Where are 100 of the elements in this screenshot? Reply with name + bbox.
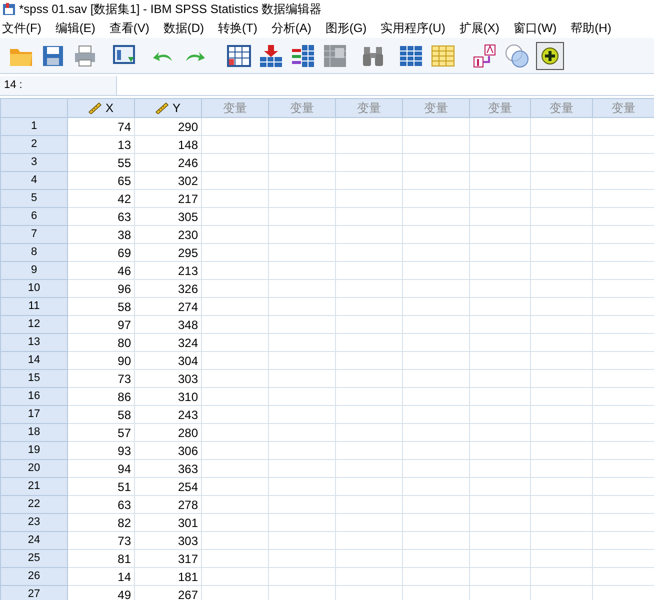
table-cell[interactable]: 58: [68, 298, 134, 316]
row-number[interactable]: 2: [0, 136, 68, 154]
table-cell[interactable]: 38: [68, 226, 134, 244]
insert-cases-icon[interactable]: [258, 42, 284, 68]
venn-circles-icon[interactable]: [504, 42, 530, 68]
table-cell[interactable]: 280: [134, 424, 202, 442]
table-cell[interactable]: 97: [68, 316, 134, 334]
table-cell[interactable]: 303: [134, 370, 202, 388]
table-cell[interactable]: 63: [68, 496, 134, 514]
insert-variable-icon[interactable]: [290, 42, 316, 68]
row-number[interactable]: 13: [0, 334, 68, 352]
table-cell[interactable]: 94: [68, 460, 134, 478]
table-cell[interactable]: 63: [68, 208, 134, 226]
row-number[interactable]: 14: [0, 352, 68, 370]
add-icon[interactable]: [536, 42, 564, 70]
menu-item[interactable]: 转换(T): [218, 19, 258, 37]
table-cell[interactable]: 96: [68, 280, 134, 298]
table-cell[interactable]: 73: [68, 370, 134, 388]
row-number[interactable]: 26: [0, 568, 68, 586]
row-number[interactable]: 10: [0, 280, 68, 298]
table-cell[interactable]: 57: [68, 424, 134, 442]
table-cell[interactable]: 301: [134, 514, 202, 532]
row-number[interactable]: 19: [0, 442, 68, 460]
row-number[interactable]: 7: [0, 226, 68, 244]
table-cell[interactable]: 303: [134, 532, 202, 550]
row-number[interactable]: 11: [0, 298, 68, 316]
row-number[interactable]: 24: [0, 532, 68, 550]
table-cell[interactable]: 302: [134, 172, 202, 190]
table-cell[interactable]: 181: [134, 568, 202, 586]
table-cell[interactable]: 80: [68, 334, 134, 352]
row-number[interactable]: 3: [0, 154, 68, 172]
table-cell[interactable]: 230: [134, 226, 202, 244]
menu-item[interactable]: 窗口(W): [513, 19, 557, 37]
table-cell[interactable]: 14: [68, 568, 134, 586]
table-cell[interactable]: 213: [134, 262, 202, 280]
menu-item[interactable]: 帮助(H): [570, 19, 612, 37]
row-number[interactable]: 18: [0, 424, 68, 442]
row-number[interactable]: 4: [0, 172, 68, 190]
table-cell[interactable]: 246: [134, 154, 202, 172]
table-cell[interactable]: 306: [134, 442, 202, 460]
table-cell[interactable]: 304: [134, 352, 202, 370]
table-cell[interactable]: 317: [134, 550, 202, 568]
table-cell[interactable]: 46: [68, 262, 134, 280]
table-cell[interactable]: 81: [68, 550, 134, 568]
table-cell[interactable]: 305: [134, 208, 202, 226]
table-cell[interactable]: 51: [68, 478, 134, 496]
table-cell[interactable]: 254: [134, 478, 202, 496]
table-cell[interactable]: 278: [134, 496, 202, 514]
table-cell[interactable]: 295: [134, 244, 202, 262]
row-number[interactable]: 25: [0, 550, 68, 568]
column-header[interactable]: Y: [134, 98, 202, 118]
menu-item[interactable]: 分析(A): [271, 19, 312, 37]
menu-item[interactable]: 数据(D): [163, 19, 204, 37]
row-number[interactable]: 8: [0, 244, 68, 262]
row-number[interactable]: 27: [0, 586, 68, 600]
row-number[interactable]: 22: [0, 496, 68, 514]
table-cell[interactable]: 243: [134, 406, 202, 424]
table-cell[interactable]: 73: [68, 532, 134, 550]
table-cell[interactable]: 55: [68, 154, 134, 172]
table-cell[interactable]: 42: [68, 190, 134, 208]
menu-item[interactable]: 编辑(E): [55, 19, 96, 37]
row-number[interactable]: 12: [0, 316, 68, 334]
table-cell[interactable]: 324: [134, 334, 202, 352]
menu-item[interactable]: 实用程序(U): [380, 19, 446, 37]
table-cell[interactable]: 74: [68, 118, 134, 136]
table-cell[interactable]: 13: [68, 136, 134, 154]
print-icon[interactable]: [72, 42, 98, 68]
menu-item[interactable]: 查看(V): [109, 19, 150, 37]
column-header[interactable]: X: [68, 98, 134, 118]
row-number[interactable]: 16: [0, 388, 68, 406]
table-cell[interactable]: 69: [68, 244, 134, 262]
table-cell[interactable]: 274: [134, 298, 202, 316]
table-cell[interactable]: 82: [68, 514, 134, 532]
table-cell[interactable]: 90: [68, 352, 134, 370]
table-cell[interactable]: 148: [134, 136, 202, 154]
spreadsheet-icon[interactable]: [430, 42, 456, 68]
row-number[interactable]: 6: [0, 208, 68, 226]
table-cell[interactable]: 217: [134, 190, 202, 208]
table-cell[interactable]: 86: [68, 388, 134, 406]
table-cell[interactable]: 290: [134, 118, 202, 136]
row-number[interactable]: 21: [0, 478, 68, 496]
table-cell[interactable]: 58: [68, 406, 134, 424]
row-number[interactable]: 9: [0, 262, 68, 280]
value-labels-icon[interactable]: [472, 42, 498, 68]
row-number[interactable]: 15: [0, 370, 68, 388]
table-cell[interactable]: 363: [134, 460, 202, 478]
table-cell[interactable]: 93: [68, 442, 134, 460]
row-number[interactable]: 20: [0, 460, 68, 478]
menu-item[interactable]: 扩展(X): [459, 19, 500, 37]
menu-item[interactable]: 图形(G): [325, 19, 367, 37]
goto-case-icon[interactable]: [226, 42, 252, 68]
row-number[interactable]: 17: [0, 406, 68, 424]
table-cell[interactable]: 65: [68, 172, 134, 190]
table-cell[interactable]: 326: [134, 280, 202, 298]
row-number[interactable]: 1: [0, 118, 68, 136]
table-cell[interactable]: 310: [134, 388, 202, 406]
table-cell[interactable]: 348: [134, 316, 202, 334]
row-number[interactable]: 5: [0, 190, 68, 208]
row-number[interactable]: 23: [0, 514, 68, 532]
menu-item[interactable]: 文件(F): [2, 19, 42, 37]
